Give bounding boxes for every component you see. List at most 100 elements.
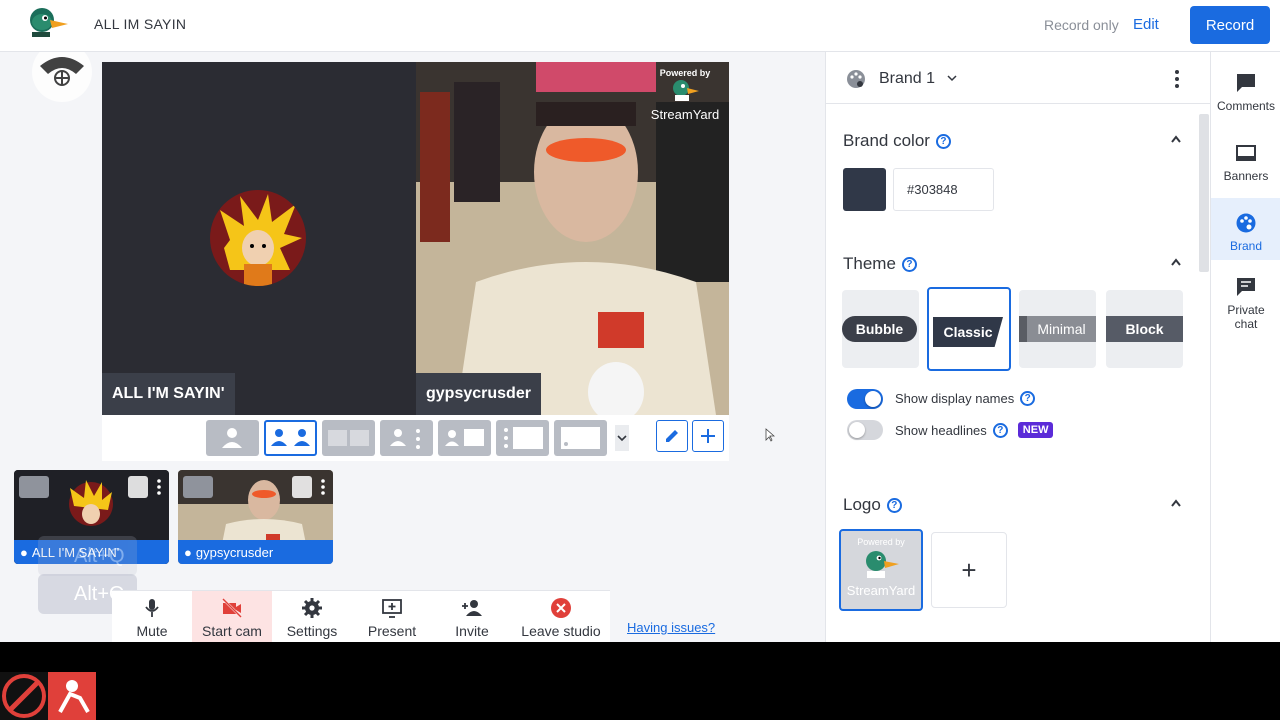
broadcast-stage[interactable]: ALL I'M SAYIN' Powered by StreamYard gyp… bbox=[102, 62, 729, 415]
recording-overlay-strip bbox=[0, 642, 1280, 720]
person-icon[interactable] bbox=[183, 476, 213, 498]
duck-icon bbox=[673, 80, 699, 101]
more-options-icon[interactable] bbox=[154, 476, 164, 498]
logo-brand-name: StreamYard bbox=[846, 583, 916, 598]
show-headlines-toggle[interactable] bbox=[847, 420, 883, 440]
nav-comments[interactable]: Comments bbox=[1211, 64, 1280, 128]
chevron-up-icon[interactable] bbox=[1170, 498, 1182, 508]
mic-icon[interactable] bbox=[128, 476, 148, 498]
help-icon[interactable]: ? bbox=[935, 133, 951, 149]
help-icon[interactable]: ? bbox=[901, 256, 917, 272]
banner-icon bbox=[1236, 145, 1256, 161]
microphone-icon bbox=[145, 599, 159, 617]
add-layout-plus-icon[interactable] bbox=[692, 420, 724, 452]
add-person-icon bbox=[462, 600, 482, 616]
panel-scrollbar[interactable] bbox=[1199, 114, 1209, 272]
participant-tile-all-im-sayin[interactable]: ALL I'M SAYIN' bbox=[102, 62, 416, 415]
record-button[interactable]: Record bbox=[1190, 6, 1270, 44]
person-small-icon: ● bbox=[184, 544, 192, 560]
brand-selector[interactable]: Brand 1 bbox=[879, 70, 935, 88]
nav-banners[interactable]: Banners bbox=[1211, 134, 1280, 198]
chevron-up-icon[interactable] bbox=[1170, 134, 1182, 144]
nav-banners-label: Banners bbox=[1223, 169, 1269, 183]
theme-title: Theme ? bbox=[843, 254, 917, 274]
participant-tile-gypsycrusder[interactable]: Powered by StreamYard gypsycrusder bbox=[416, 62, 729, 415]
help-icon[interactable]: ? bbox=[1020, 391, 1036, 406]
nav-brand[interactable]: Brand bbox=[1211, 198, 1280, 260]
invite-button[interactable]: Invite bbox=[432, 591, 512, 642]
layout-fullscreen-button[interactable] bbox=[554, 420, 607, 456]
leave-studio-label: Leave studio bbox=[521, 623, 601, 639]
close-circle-icon bbox=[551, 598, 571, 618]
layout-side-by-side-button[interactable] bbox=[264, 420, 317, 456]
studio-title[interactable]: ALL IM SAYIN bbox=[94, 16, 186, 32]
shortcut-hint-ghost: Alt+Q bbox=[38, 536, 137, 576]
thumbnail-name-text: gypsycrusder bbox=[195, 544, 274, 560]
mute-label: Mute bbox=[136, 623, 168, 639]
palette-icon bbox=[847, 70, 865, 88]
logo-streamyard-card[interactable]: Powered by StreamYard bbox=[839, 529, 923, 611]
brand-color-title: Brand color ? bbox=[843, 131, 951, 151]
mute-button[interactable]: Mute bbox=[112, 591, 192, 642]
layout-grid-button[interactable] bbox=[322, 420, 375, 456]
studio-controls-bar: Mute Start cam Settings Present Invite L… bbox=[112, 590, 610, 642]
brand-color-hex-input[interactable]: #303848 bbox=[893, 168, 994, 211]
nav-comments-label: Comments bbox=[1216, 99, 1275, 113]
brand-color-swatch[interactable] bbox=[843, 168, 886, 211]
show-display-names-row: Show display names ? bbox=[895, 391, 1036, 406]
nav-private-chat[interactable]: Private chat bbox=[1211, 268, 1280, 338]
edit-layout-pencil-icon[interactable] bbox=[656, 420, 688, 452]
duck-icon bbox=[866, 551, 899, 578]
nav-brand-label: Brand bbox=[1229, 239, 1263, 253]
layout-screen-side-button[interactable] bbox=[438, 420, 491, 456]
show-display-names-label: Show display names bbox=[895, 391, 1015, 406]
theme-classic-label: Classic bbox=[933, 317, 1003, 347]
participant-thumbnail[interactable]: ● gypsycrusder bbox=[178, 470, 333, 564]
channel-logo-overlay bbox=[0, 672, 96, 720]
person-icon[interactable] bbox=[19, 476, 49, 498]
settings-button[interactable]: Settings bbox=[272, 591, 352, 642]
record-only-label: Record only bbox=[1044, 17, 1119, 33]
theme-bubble-label: Bubble bbox=[842, 316, 917, 342]
chat-icon bbox=[1237, 278, 1255, 296]
leave-studio-button[interactable]: Leave studio bbox=[512, 591, 610, 642]
comment-icon bbox=[1237, 74, 1255, 92]
theme-minimal[interactable]: Minimal bbox=[1019, 290, 1096, 368]
help-icon[interactable]: ? bbox=[992, 422, 1008, 438]
theme-block[interactable]: Block bbox=[1106, 290, 1183, 368]
settings-label: Settings bbox=[286, 623, 338, 639]
gear-icon bbox=[302, 598, 322, 618]
more-options-icon[interactable] bbox=[318, 476, 328, 498]
watermark-powered-by: Powered by bbox=[659, 68, 711, 78]
layout-screen-thumbs-button[interactable] bbox=[496, 420, 549, 456]
more-options-icon[interactable] bbox=[1174, 68, 1180, 90]
chevron-up-icon[interactable] bbox=[1170, 257, 1182, 267]
logo-title-text: Logo bbox=[843, 495, 881, 514]
layout-selector-bar bbox=[102, 415, 729, 461]
show-display-names-toggle[interactable] bbox=[847, 389, 883, 409]
chevron-down-icon[interactable] bbox=[946, 72, 958, 84]
help-icon[interactable]: ? bbox=[886, 497, 902, 513]
layout-leader-button[interactable] bbox=[380, 420, 433, 456]
add-logo-button[interactable]: + bbox=[931, 532, 1007, 608]
streamyard-duck-logo[interactable] bbox=[26, 6, 70, 46]
edit-link[interactable]: Edit bbox=[1133, 16, 1159, 33]
theme-minimal-label: Minimal bbox=[1019, 316, 1096, 342]
more-layouts-chevron-icon[interactable] bbox=[615, 425, 629, 451]
person-small-icon: ● bbox=[20, 544, 28, 560]
new-badge: NEW bbox=[1017, 422, 1054, 438]
start-cam-label: Start cam bbox=[202, 623, 262, 639]
having-issues-link[interactable]: Having issues? bbox=[627, 620, 715, 635]
theme-bubble[interactable]: Bubble bbox=[842, 290, 919, 368]
start-cam-button[interactable]: Start cam bbox=[192, 591, 272, 642]
present-button[interactable]: Present bbox=[352, 591, 432, 642]
streamyard-watermark: Powered by StreamYard bbox=[647, 68, 723, 122]
camera-off-icon bbox=[222, 598, 242, 618]
logo-powered-by: Powered by bbox=[857, 537, 905, 547]
mic-icon[interactable] bbox=[292, 476, 312, 498]
show-headlines-label: Show headlines bbox=[895, 422, 987, 438]
theme-classic[interactable]: Classic bbox=[927, 287, 1011, 371]
theme-block-label: Block bbox=[1106, 316, 1183, 342]
layout-solo-button[interactable] bbox=[206, 420, 259, 456]
studio-app: ALL IM SAYIN Record only Edit Record ALL… bbox=[0, 0, 1280, 642]
